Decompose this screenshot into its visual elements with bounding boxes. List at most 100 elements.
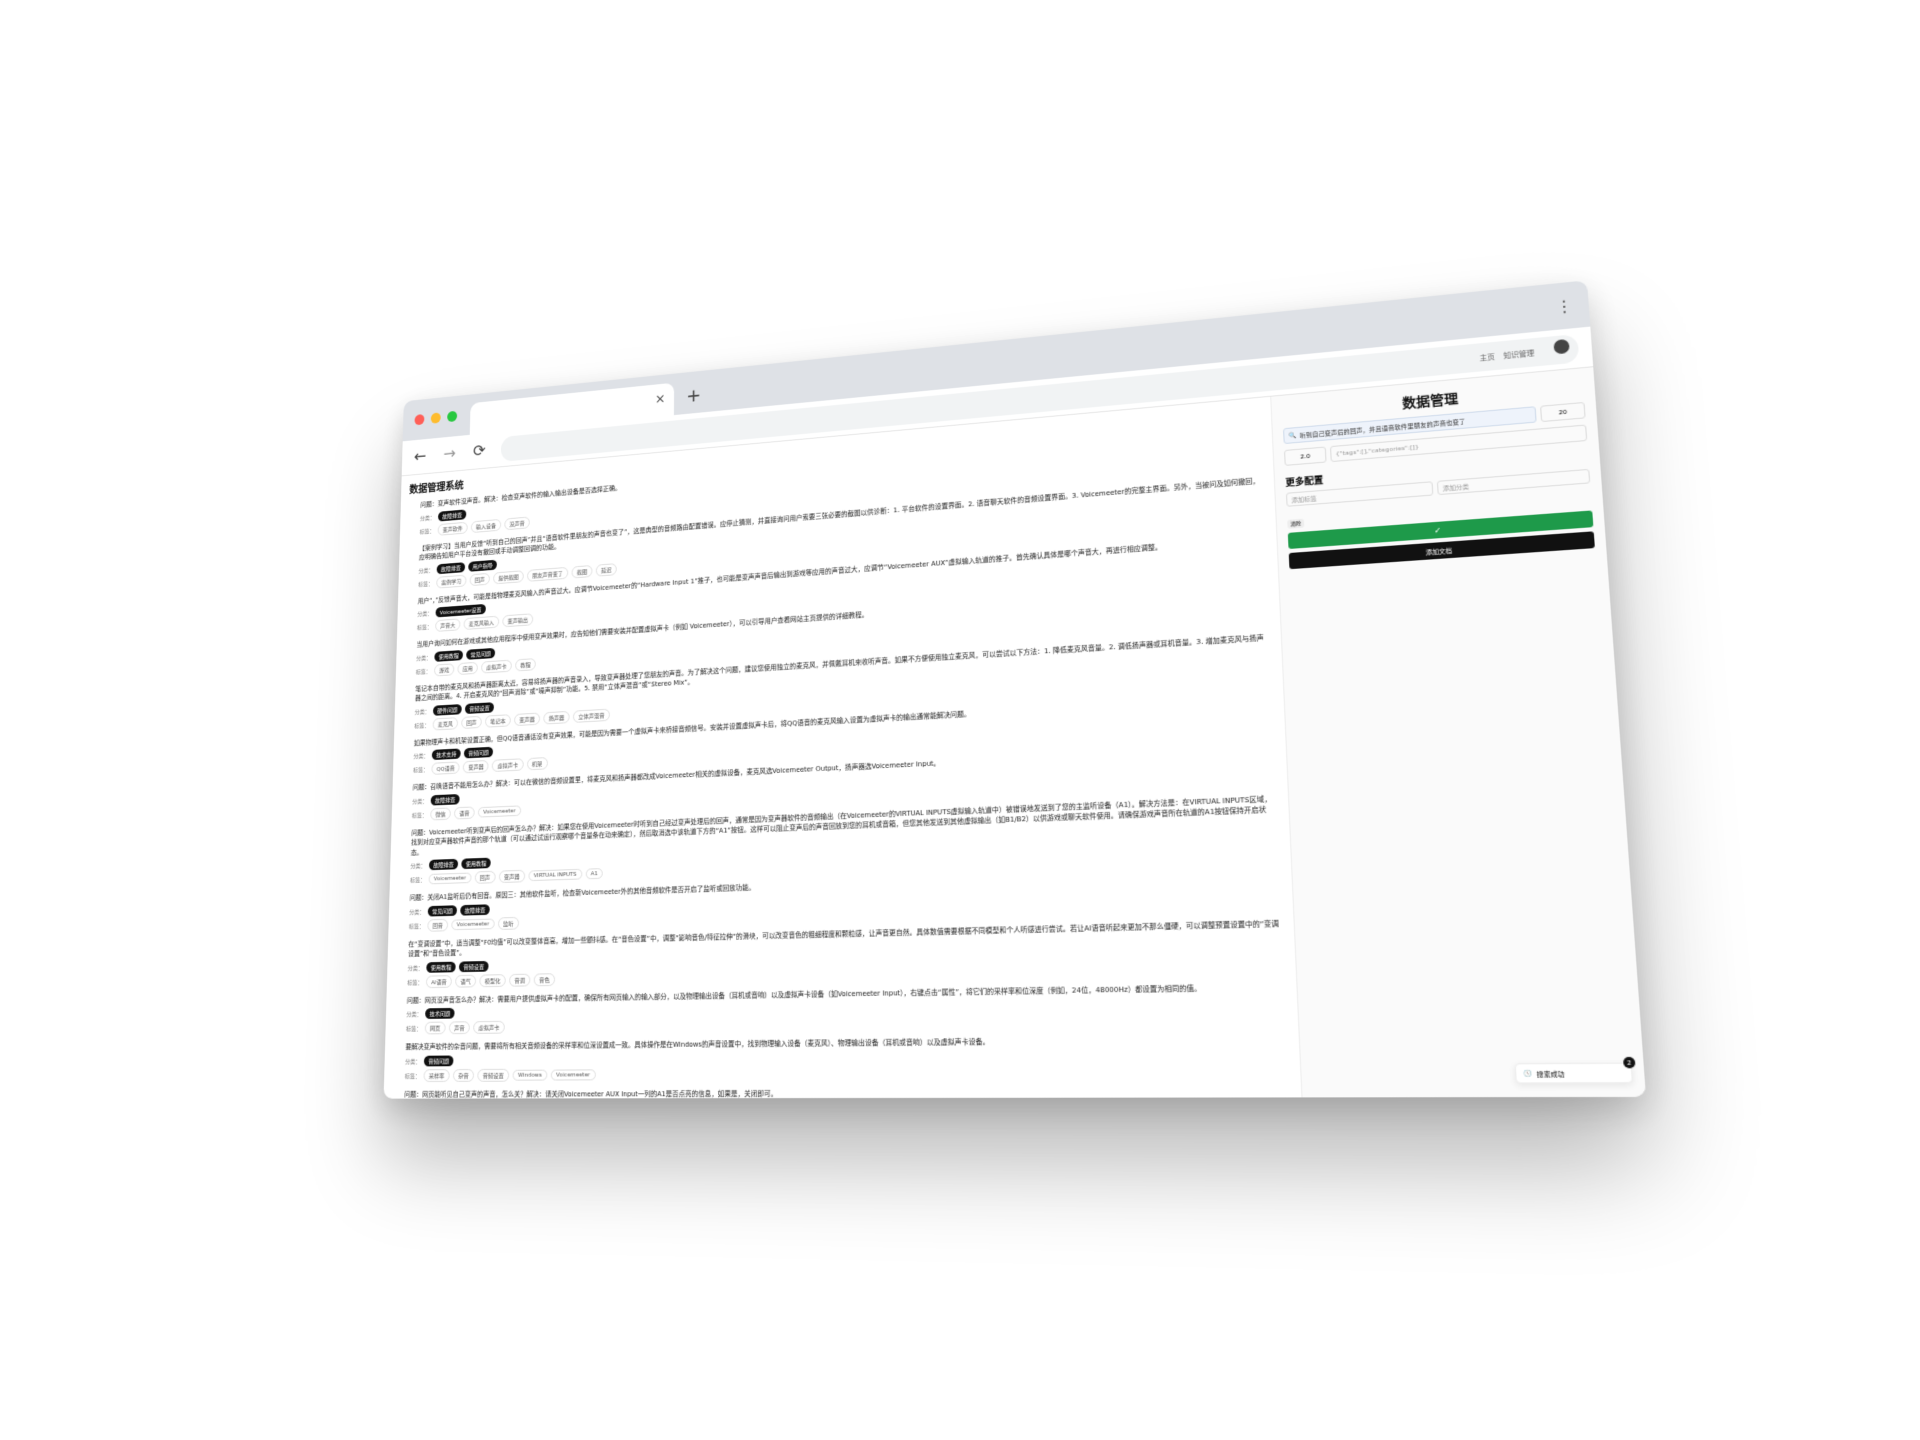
tag-badge[interactable]: Windows	[512, 1069, 548, 1081]
list-item[interactable]: 要解决变声软件的杂音问题，需要将所有相关音频设备的采样率和位深设置成一致。具体操…	[405, 1034, 1290, 1082]
category-label: 分类：	[405, 1058, 421, 1066]
items-container: 问题：变声软件没声音。解决：检查变声软件的输入输出设备是否选择正确。 分类： 故障排…	[392, 427, 1290, 1098]
category-badge[interactable]: 常见问题	[466, 647, 496, 660]
threshold-input[interactable]: 2.0	[1284, 446, 1327, 466]
tag-badge[interactable]: 立体声混音	[573, 708, 611, 723]
tag-badge[interactable]: A1	[585, 868, 604, 880]
tag-badge[interactable]: 声音大	[435, 618, 461, 632]
list-item[interactable]: 问题：网页没声音怎么办？解决：需要用户提供虚拟声卡的配置，确保所有网页输入的输入…	[406, 981, 1287, 1035]
category-badge[interactable]: 硬件问题	[432, 703, 462, 716]
category-label: 分类：	[410, 862, 426, 870]
maximize-window-button[interactable]	[447, 410, 458, 423]
new-tab-button[interactable]: +	[686, 384, 701, 407]
category-label: 分类：	[418, 566, 434, 575]
category-label: 分类：	[413, 752, 429, 761]
avatar[interactable]	[1553, 338, 1570, 354]
back-icon[interactable]: ←	[412, 447, 429, 467]
nav-home-link[interactable]: 主页	[1479, 351, 1495, 362]
category-badge[interactable]: 音频设置	[464, 701, 495, 714]
tag-badge[interactable]: 音频设置	[477, 1068, 510, 1082]
tag-badge[interactable]: 提供截图	[493, 569, 524, 584]
tag-badge[interactable]: 变声器	[514, 712, 541, 726]
tag-badge[interactable]: 变声软件	[437, 521, 468, 536]
tag-badge[interactable]: 虚拟声卡	[473, 1020, 505, 1034]
tag-badge[interactable]: 截图	[571, 564, 593, 579]
tag-badge[interactable]: 麦克风	[432, 716, 459, 731]
tag-badge[interactable]: 虚拟声卡	[492, 758, 524, 772]
tag-badge[interactable]: 变声器	[463, 759, 489, 774]
tag-badge[interactable]: 输入设备	[470, 518, 502, 533]
tag-badge[interactable]: 网页	[424, 1021, 446, 1035]
tag-badge[interactable]: AI语音	[425, 974, 452, 988]
tag-badge[interactable]: VIRTUAL INPUTS	[528, 868, 582, 882]
tag-badge[interactable]: 游戏	[433, 662, 455, 677]
category-badge[interactable]: 使用教程	[426, 961, 456, 973]
tag-badge[interactable]: 案例学习	[436, 574, 467, 589]
tag-badge[interactable]: 微信	[430, 807, 451, 821]
tag-badge[interactable]: 音色	[533, 972, 556, 986]
tag-badge[interactable]: 机架	[526, 757, 548, 771]
tag-badge[interactable]: 朋友声音变了	[527, 566, 569, 582]
tag-badge[interactable]: 教程	[515, 657, 536, 671]
list-item[interactable]: 在“变调设置”中，适当调整“F0均值”可以改变整体音高，增加一些颤抖感。在“音色…	[407, 918, 1285, 988]
close-window-button[interactable]	[414, 413, 425, 426]
category-badge[interactable]: 故障排查	[430, 793, 460, 806]
forward-icon[interactable]: →	[441, 444, 458, 464]
tag-badge[interactable]: 回声	[461, 715, 482, 729]
tag-badge[interactable]: 扬声器	[543, 710, 570, 725]
tag-badge[interactable]: 延迟	[595, 562, 617, 577]
tag-badge[interactable]: 虚拟声卡	[481, 659, 512, 674]
tag-badge[interactable]: 麦克风输入	[463, 615, 500, 630]
tag-badge[interactable]: 回声	[469, 572, 491, 586]
category-label: 分类：	[416, 654, 432, 662]
category-badge[interactable]: 故障排查	[438, 508, 467, 522]
category-badge[interactable]: 故障排查	[436, 561, 466, 574]
category-label: 分类：	[407, 964, 424, 972]
tag-badge[interactable]: 语音	[454, 805, 475, 820]
tag-badge[interactable]: 笔记本	[485, 713, 511, 728]
category-badge[interactable]: 音频设置	[458, 960, 489, 972]
clear-chip[interactable]: 清除	[1287, 518, 1305, 529]
nav-knowledge-link[interactable]: 知识管理	[1503, 348, 1534, 361]
tab-close-icon[interactable]: ×	[655, 392, 665, 407]
top-k-input[interactable]: 20	[1540, 401, 1586, 423]
tag-badge[interactable]: 采样率	[423, 1068, 450, 1082]
category-badge[interactable]: 使用教程	[461, 857, 491, 870]
tag-badge[interactable]: QQ语音	[431, 761, 460, 775]
tag-badge[interactable]: Voicemeeter	[477, 804, 521, 818]
tag-badge[interactable]: Voicemeeter	[550, 1068, 596, 1081]
category-label: 分类：	[409, 908, 425, 916]
category-badge[interactable]: 音频问题	[463, 746, 494, 759]
category-badge[interactable]: 技术支持	[431, 748, 461, 761]
tag-badge[interactable]: 音调	[508, 973, 531, 987]
tag-badge[interactable]: 声音	[448, 1021, 470, 1035]
category-badge[interactable]: 使用教程	[434, 649, 464, 662]
category-badge[interactable]: 用户指导	[468, 559, 498, 572]
list-item[interactable]: 问题：网页能听见自己变声的声音，怎么关？解决：请关闭Voicemeeter AU…	[404, 1087, 1290, 1099]
tag-badge[interactable]: Voicemeeter	[451, 918, 495, 930]
category-badge[interactable]: 音频问题	[423, 1055, 454, 1066]
window-controls	[414, 410, 458, 426]
tag-badge[interactable]: 回声	[474, 870, 496, 884]
category-badge[interactable]: 故障排查	[460, 903, 490, 916]
minimize-window-button[interactable]	[430, 412, 441, 424]
tag-badge[interactable]: 杂音	[452, 1068, 475, 1082]
category-badge[interactable]: 技术问题	[425, 1007, 455, 1019]
tag-badge[interactable]: 回音	[427, 918, 449, 932]
browser-menu-icon[interactable]: ⋮	[1555, 296, 1574, 317]
tag-badge[interactable]: 应用	[457, 661, 478, 675]
reload-icon[interactable]: ⟳	[471, 441, 488, 461]
tag-badge[interactable]: Voicemeeter	[428, 872, 472, 885]
tag-badge[interactable]: 变声输出	[502, 613, 534, 628]
tag-badge[interactable]: 语气	[455, 974, 477, 988]
category-badge[interactable]: 常见问题	[427, 904, 458, 917]
tag-badge[interactable]: 监听	[497, 916, 519, 930]
tag-label: 标签：	[408, 922, 425, 930]
clock-icon: 🕓	[1522, 1069, 1533, 1078]
tag-badge[interactable]: 没声音	[504, 516, 530, 530]
category-badge[interactable]: Voicemeeter设置	[435, 603, 486, 618]
app-content: 数据管理系统 问题：变声软件没声音。解决：检查变声软件的输入输出设备是否选择正确…	[383, 367, 1647, 1099]
category-badge[interactable]: 故障排查	[428, 858, 459, 871]
tag-badge[interactable]: 变声器	[498, 869, 525, 884]
tag-badge[interactable]: 模型化	[479, 973, 506, 987]
